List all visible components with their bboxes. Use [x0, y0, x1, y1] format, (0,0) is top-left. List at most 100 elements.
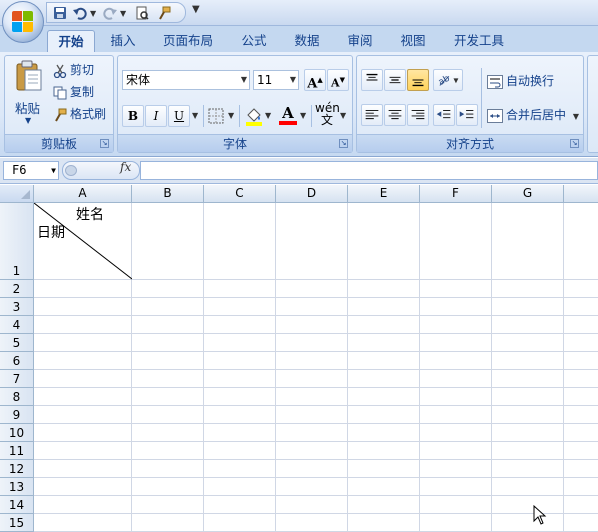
mouse-pointer-icon	[533, 505, 547, 525]
column-header-e[interactable]: E	[348, 185, 420, 203]
align-top-icon[interactable]	[361, 69, 383, 91]
tab-developer[interactable]: 开发工具	[443, 30, 515, 52]
clipboard-launcher-icon[interactable]: ↘	[100, 139, 109, 148]
undo-dropdown-icon[interactable]: ▼	[90, 9, 96, 18]
fill-color-dropdown-icon[interactable]: ▼	[265, 111, 271, 120]
undo-icon[interactable]	[73, 6, 87, 20]
row-header-4[interactable]: 4	[0, 316, 34, 334]
alignment-separator	[481, 68, 482, 128]
font-color-swatch	[279, 121, 297, 125]
font-name-dropdown-icon[interactable]: ▼	[241, 71, 247, 89]
font-name-combo[interactable]: 宋体 ▼	[122, 70, 250, 90]
worksheet-grid[interactable]: ABCDEFG 1 2 3 4 5 6 7 8 9 10 11 12 13 14 15 姓名 日期	[0, 185, 598, 532]
alignment-launcher-icon[interactable]: ↘	[570, 139, 579, 148]
tab-formulas[interactable]: 公式	[231, 30, 277, 52]
print-preview-icon[interactable]	[135, 6, 149, 20]
paste-dropdown-icon[interactable]: ▼	[25, 116, 31, 125]
name-box-dropdown-icon[interactable]: ▼	[51, 162, 56, 179]
column-header-b[interactable]: B	[132, 185, 204, 203]
wrap-text-button[interactable]: 自动换行	[487, 71, 554, 91]
row-header-7[interactable]: 7	[0, 370, 34, 388]
grid-row-line	[34, 315, 598, 316]
tab-insert[interactable]: 插入	[101, 30, 145, 52]
phonetic-guide-button[interactable]: wén 文	[315, 102, 340, 127]
merge-center-dropdown-icon[interactable]: ▼	[573, 112, 579, 121]
tab-view[interactable]: 视图	[390, 30, 436, 52]
align-middle-icon[interactable]	[384, 69, 406, 91]
name-box[interactable]: F6 ▼	[3, 161, 59, 180]
grow-font-button[interactable]: A▲	[304, 69, 326, 91]
row-header-5[interactable]: 5	[0, 334, 34, 352]
increase-indent-icon[interactable]	[456, 104, 478, 126]
align-right-icon[interactable]	[407, 104, 429, 126]
font-color-dropdown-icon[interactable]: ▼	[300, 111, 306, 120]
font-launcher-icon[interactable]: ↘	[339, 139, 348, 148]
row-header-14[interactable]: 14	[0, 496, 34, 514]
merge-center-label: 合并后居中	[506, 108, 567, 122]
borders-icon[interactable]	[208, 108, 224, 124]
format-painter-qat-icon[interactable]	[157, 6, 171, 20]
column-header-f[interactable]: F	[420, 185, 492, 203]
column-header-a[interactable]: A	[34, 185, 132, 203]
row-header-13[interactable]: 13	[0, 478, 34, 496]
align-center-icon[interactable]	[384, 104, 406, 126]
shrink-font-button[interactable]: A▼	[327, 69, 349, 91]
copy-button[interactable]: 复制	[53, 82, 94, 102]
grid-row-line	[34, 333, 598, 334]
row-header-12[interactable]: 12	[0, 460, 34, 478]
tab-review[interactable]: 审阅	[337, 30, 383, 52]
row-header-1[interactable]: 1	[0, 203, 34, 280]
column-header-c[interactable]: C	[204, 185, 276, 203]
grid-column-line	[275, 203, 276, 532]
phonetic-dropdown-icon[interactable]: ▼	[340, 111, 346, 120]
fill-color-icon[interactable]	[245, 106, 263, 126]
shrink-font-icon: A	[331, 76, 340, 90]
font-color-icon: A	[282, 104, 294, 122]
font-color-button[interactable]: A	[278, 104, 298, 126]
office-button[interactable]	[2, 1, 44, 43]
decrease-indent-icon[interactable]	[433, 104, 455, 126]
row-header-3[interactable]: 3	[0, 298, 34, 316]
row-header-11[interactable]: 11	[0, 442, 34, 460]
font-separator-3	[311, 105, 312, 127]
align-left-icon[interactable]	[361, 104, 383, 126]
tab-data[interactable]: 数据	[284, 30, 330, 52]
redo-dropdown-icon[interactable]: ▼	[120, 9, 126, 18]
row-header-6[interactable]: 6	[0, 352, 34, 370]
redo-icon[interactable]	[103, 6, 117, 20]
borders-dropdown-icon[interactable]: ▼	[228, 111, 234, 120]
tab-home[interactable]: 开始	[47, 30, 95, 52]
column-header-g[interactable]: G	[492, 185, 564, 203]
bold-button[interactable]: B	[122, 105, 144, 127]
select-all-button[interactable]	[0, 185, 34, 203]
underline-button[interactable]: U	[168, 105, 190, 127]
row-header-8[interactable]: 8	[0, 388, 34, 406]
paste-button[interactable]: 粘贴 ▼	[9, 58, 49, 130]
grid-column-line	[563, 203, 564, 532]
grid-column-line	[419, 203, 420, 532]
row-header-15[interactable]: 15	[0, 514, 34, 532]
underline-dropdown-icon[interactable]: ▼	[192, 111, 198, 120]
format-painter-label: 格式刷	[70, 107, 107, 121]
font-size-dropdown-icon[interactable]: ▼	[290, 71, 296, 89]
row-header-10[interactable]: 10	[0, 424, 34, 442]
customize-qat-icon[interactable]: ▼	[192, 4, 200, 15]
column-header-d[interactable]: D	[276, 185, 348, 203]
insert-function-icon[interactable]: fx	[120, 160, 131, 174]
column-header-partial[interactable]	[564, 185, 598, 203]
italic-button[interactable]: I	[145, 105, 167, 127]
merge-center-button[interactable]: 合并后居中 ▼	[487, 105, 579, 125]
format-painter-button[interactable]: 格式刷	[53, 104, 106, 124]
row-header-2[interactable]: 2	[0, 280, 34, 298]
font-name-value: 宋体	[126, 73, 151, 87]
align-bottom-icon[interactable]	[407, 69, 429, 91]
save-icon[interactable]	[53, 6, 67, 20]
font-size-combo[interactable]: 11 ▼	[253, 70, 299, 90]
tab-page-layout[interactable]: 页面布局	[152, 30, 224, 52]
formula-input[interactable]	[140, 161, 598, 180]
row-header-9[interactable]: 9	[0, 406, 34, 424]
orientation-icon[interactable]: ab ▼	[433, 69, 463, 91]
ribbon-tabs: 开始 插入 页面布局 公式 数据 审阅 视图 开发工具	[0, 26, 598, 52]
formula-bar-knob[interactable]	[65, 165, 77, 176]
cut-button[interactable]: 剪切	[53, 60, 94, 80]
